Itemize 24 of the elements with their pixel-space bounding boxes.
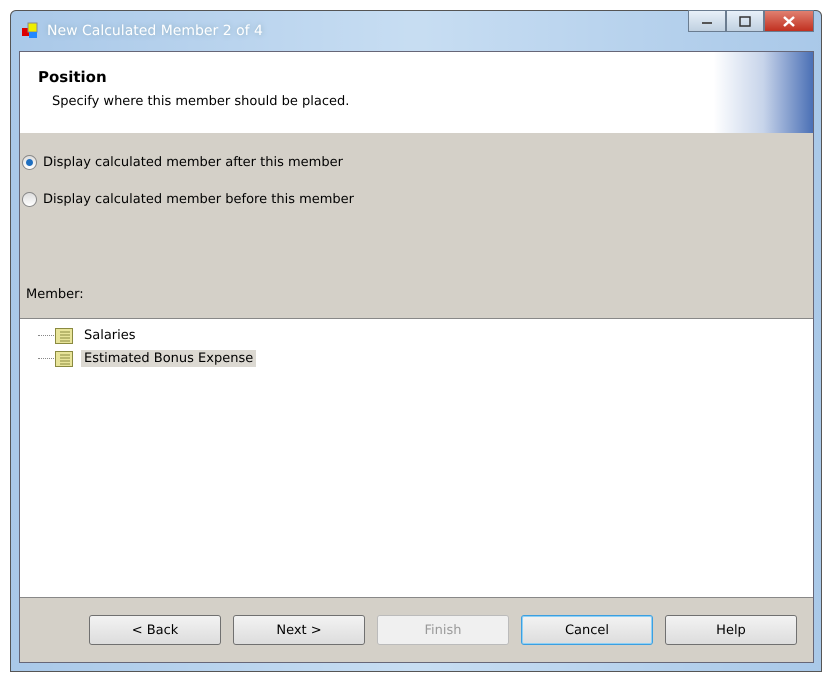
dialog-button[interactable]: < Back <box>89 615 221 645</box>
member-label: Member: <box>25 287 85 302</box>
radio-button[interactable] <box>22 192 37 206</box>
tree-item[interactable]: Salaries <box>81 327 139 344</box>
member-icon <box>55 328 73 344</box>
radio-button[interactable] <box>22 154 37 170</box>
radio-option[interactable]: Display calculated member after this member <box>22 153 813 171</box>
radio-label: Display calculated member before this member <box>43 192 354 206</box>
close-button[interactable] <box>764 10 814 32</box>
radio-label: Display calculated member after this member <box>43 154 343 170</box>
dialog-button[interactable]: Help <box>665 615 797 645</box>
minimize-button[interactable] <box>688 10 726 32</box>
member-icon <box>55 350 73 366</box>
tree-item[interactable]: Estimated Bonus Expense <box>81 350 256 367</box>
maximize-button[interactable] <box>726 10 764 32</box>
close-icon <box>783 16 795 26</box>
dialog-button[interactable]: Cancel <box>521 615 653 645</box>
page-description: Specify where this member should be placed. <box>52 94 350 109</box>
app-icon <box>21 22 39 40</box>
page-title: Position <box>38 68 108 86</box>
maximize-icon <box>739 16 751 26</box>
window-title: New Calculated Member 2 of 4 <box>47 23 264 39</box>
radio-option[interactable]: Display calculated member before this member <box>22 190 813 208</box>
dialog-button[interactable]: Next > <box>233 615 365 645</box>
